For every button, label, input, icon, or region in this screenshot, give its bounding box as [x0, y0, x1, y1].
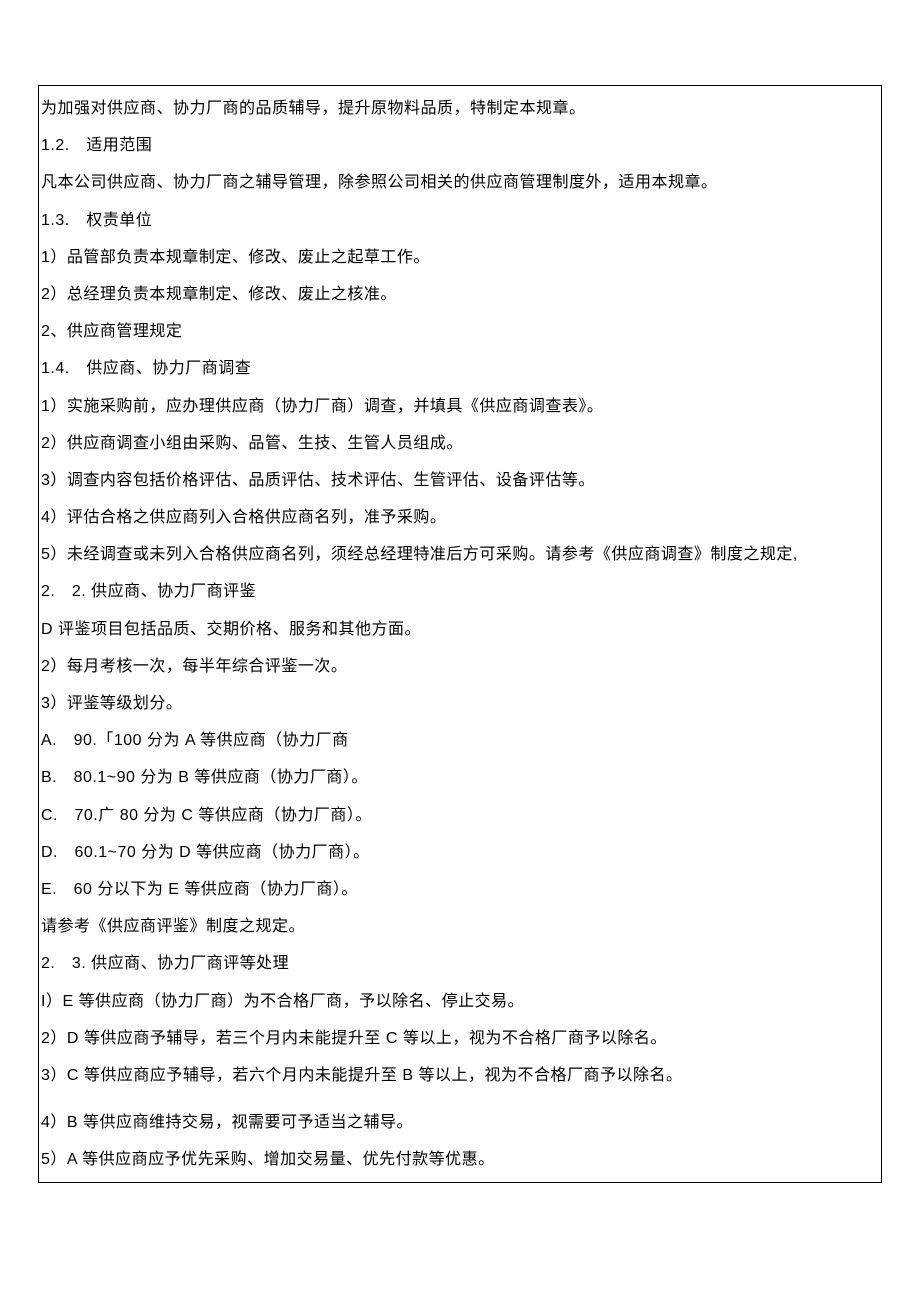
body-text: 1）品管部负责本规章制定、修改、废止之起草工作。 [41, 239, 879, 276]
content-box: 为加强对供应商、协力厂商的品质辅导，提升原物料品质，特制定本规章。 1.2. 适… [38, 85, 882, 1183]
body-text: D 评鉴项目包括品质、交期价格、服务和其他方面。 [41, 611, 879, 648]
section-heading: 2、供应商管理规定 [41, 313, 879, 350]
body-text: 为加强对供应商、协力厂商的品质辅导，提升原物料品质，特制定本规章。 [41, 90, 879, 127]
list-item: E. 60 分以下为 E 等供应商（协力厂商）。 [41, 871, 879, 908]
body-text: 1）实施采购前，应办理供应商（协力厂商）调查，并填具《供应商调查表》。 [41, 388, 879, 425]
body-text: 2）总经理负责本规章制定、修改、废止之核准。 [41, 276, 879, 313]
section-heading: 2. 2. 供应商、协力厂商评鉴 [41, 573, 879, 610]
body-text: 5）未经调查或未列入合格供应商名列，须经总经理特准后方可采购。请参考《供应商调查… [41, 536, 879, 573]
document-page: 为加强对供应商、协力厂商的品质辅导，提升原物料品质，特制定本规章。 1.2. 适… [0, 0, 920, 1301]
section-heading: 1.3. 权责单位 [41, 202, 879, 239]
body-text: I）E 等供应商（协力厂商）为不合格厂商，予以除名、停止交易。 [41, 983, 879, 1020]
list-item: A. 90.「100 分为 A 等供应商（协力厂商 [41, 722, 879, 759]
section-heading: 1.4. 供应商、协力厂商调查 [41, 350, 879, 387]
list-item: C. 70.广 80 分为 C 等供应商（协力厂商）。 [41, 797, 879, 834]
body-text: 凡本公司供应商、协力厂商之辅导管理，除参照公司相关的供应商管理制度外，适用本规章… [41, 164, 879, 201]
body-text: 4）评估合格之供应商列入合格供应商名列，准予采购。 [41, 499, 879, 536]
list-item: B. 80.1~90 分为 B 等供应商（协力厂商）。 [41, 759, 879, 796]
body-text: 3）调查内容包括价格评估、品质评估、技术评估、生管评估、设备评估等。 [41, 462, 879, 499]
list-item: D. 60.1~70 分为 D 等供应商（协力厂商）。 [41, 834, 879, 871]
body-text: 2）供应商调查小组由采购、品管、生技、生管人员组成。 [41, 425, 879, 462]
body-text: 4）B 等供应商维持交易，视需要可予适当之辅导。 [41, 1104, 879, 1141]
body-text: 2）D 等供应商予辅导，若三个月内未能提升至 C 等以上，视为不合格厂商予以除名… [41, 1020, 879, 1057]
body-text: 3）评鉴等级划分。 [41, 685, 879, 722]
body-text: 请参考《供应商评鉴》制度之规定。 [41, 908, 879, 945]
section-heading: 1.2. 适用范围 [41, 127, 879, 164]
section-heading: 2. 3. 供应商、协力厂商评等处理 [41, 945, 879, 982]
body-text: 5）A 等供应商应予优先采购、增加交易量、优先付款等优惠。 [41, 1141, 879, 1178]
body-text: 3）C 等供应商应予辅导，若六个月内未能提升至 B 等以上，视为不合格厂商予以除… [41, 1057, 879, 1094]
body-text: 2）每月考核一次，每半年综合评鉴一次。 [41, 648, 879, 685]
